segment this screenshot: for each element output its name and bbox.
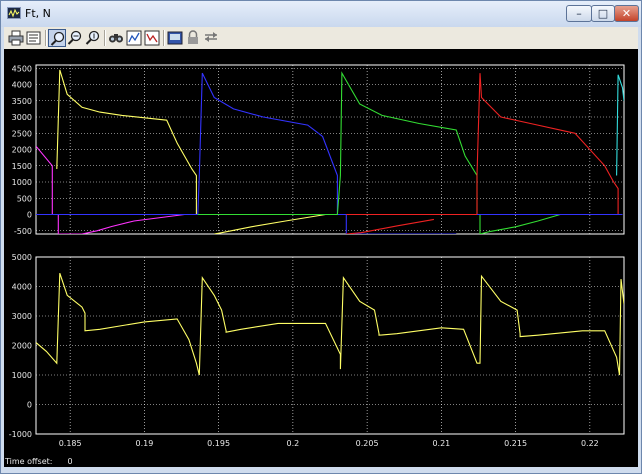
- parameters-icon: [26, 31, 41, 45]
- floating-scope-icon: [167, 31, 183, 45]
- autoscale-icon: [109, 34, 123, 43]
- y-tick-label: 0: [27, 401, 32, 410]
- x-tick-label: 0.185: [59, 439, 82, 448]
- parameters-button[interactable]: [25, 29, 43, 47]
- x-tick-label: 0.21: [432, 439, 450, 448]
- minimize-button[interactable]: –: [566, 5, 592, 22]
- zoom-button[interactable]: [48, 29, 66, 47]
- lock-icon: [188, 30, 198, 44]
- floating-scope-button[interactable]: [166, 29, 184, 47]
- close-button[interactable]: ✕: [614, 5, 639, 22]
- scope-display: -500 0 500 1000 1500 2000 2500 3000 3500 4000 4500…: [4, 49, 638, 467]
- y-tick-label: 1500: [12, 162, 32, 171]
- restore-axes-button[interactable]: [143, 29, 161, 47]
- y-tick-label: 4500: [12, 64, 32, 73]
- scope-toolbar: [4, 27, 638, 50]
- y-tick-label: 3000: [12, 113, 32, 122]
- maximize-button[interactable]: □: [591, 5, 615, 22]
- y-tick-label: 2000: [12, 146, 32, 155]
- y-tick-label: 3500: [12, 97, 32, 106]
- scope-window: Ft, N – □ ✕ -500 0 500 1000 1500 2000 25…: [0, 0, 642, 474]
- y-tick-label: 1000: [12, 371, 32, 380]
- signal-selection-button[interactable]: [202, 29, 220, 47]
- lock-button[interactable]: [184, 29, 202, 47]
- time-offset-label: Time offset:: [5, 457, 53, 466]
- y-tick-label: 2000: [12, 342, 32, 351]
- signal-selection-icon: [205, 32, 217, 42]
- zoom-y-icon: [85, 30, 100, 45]
- zoom-x-button[interactable]: [66, 29, 84, 47]
- autoscale-button[interactable]: [107, 29, 125, 47]
- y-tick-label: 0: [27, 211, 32, 220]
- time-offset-value: 0: [67, 457, 73, 466]
- scope-app-icon: [7, 7, 21, 19]
- y-tick-label: 2500: [12, 129, 32, 138]
- y-tick-label: 1000: [12, 178, 32, 187]
- print-icon: [8, 30, 24, 46]
- y-tick-label: 3000: [12, 312, 32, 321]
- zoom-icon: [50, 31, 65, 46]
- y-tick-label: 4000: [12, 283, 32, 292]
- x-tick-label: 0.195: [207, 439, 230, 448]
- window-title: Ft, N: [25, 7, 51, 20]
- y-tick-label: -1000: [9, 430, 32, 439]
- y-tick-label: -500: [14, 227, 32, 236]
- plot-panel-2: -1000 0 1000 2000 3000 4000 5000 0.185 0.19 0.195…: [9, 253, 625, 448]
- scope-plots: -500 0 500 1000 1500 2000 2500 3000 3500 4000 4500…: [9, 64, 625, 448]
- print-button[interactable]: [7, 29, 25, 47]
- x-tick-label: 0.19: [135, 439, 153, 448]
- plot-panel-1: -500 0 500 1000 1500 2000 2500 3000 3500 4000 4500: [12, 64, 625, 236]
- save-axes-icon: [126, 30, 142, 46]
- y-tick-label: 5000: [12, 253, 32, 262]
- restore-axes-icon: [144, 30, 160, 46]
- y-tick-label: 4000: [12, 81, 32, 90]
- time-offset-readout: Time offset: 0: [5, 457, 73, 466]
- x-tick-label: 0.215: [504, 439, 527, 448]
- x-tick-label: 0.22: [581, 439, 599, 448]
- x-tick-label: 0.205: [356, 439, 379, 448]
- x-tick-label: 0.2: [287, 439, 300, 448]
- y-tick-label: 500: [17, 194, 32, 203]
- save-axes-button[interactable]: [125, 29, 143, 47]
- zoom-x-icon: [67, 30, 82, 45]
- title-bar[interactable]: Ft, N – □ ✕: [1, 1, 641, 27]
- zoom-y-button[interactable]: [84, 29, 102, 47]
